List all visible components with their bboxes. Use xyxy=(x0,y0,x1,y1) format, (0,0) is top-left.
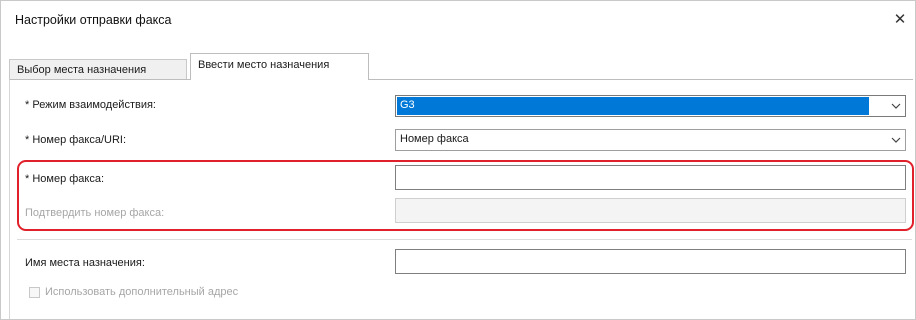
selection-highlight xyxy=(397,97,869,115)
additional-address-checkbox xyxy=(29,287,40,298)
fax-uri-label: * Номер факса/URI: xyxy=(25,134,127,146)
mode-label: * Режим взаимодействия: xyxy=(25,99,156,111)
mode-value: G3 xyxy=(400,99,415,111)
fax-uri-value: Номер факса xyxy=(400,133,469,145)
close-button[interactable]: ✕ xyxy=(887,7,913,33)
destination-name-input[interactable] xyxy=(395,249,906,274)
tab-enter-destination[interactable]: Ввести место назначения xyxy=(190,53,369,80)
mode-select[interactable]: G3 xyxy=(395,95,906,117)
confirm-fax-number-input xyxy=(395,198,906,223)
fax-number-input[interactable] xyxy=(395,165,906,190)
separator xyxy=(17,239,912,240)
close-icon: ✕ xyxy=(893,11,907,28)
fax-uri-select[interactable]: Номер факса xyxy=(395,129,906,151)
confirm-fax-number-label: Подтвердить номер факса: xyxy=(25,207,165,219)
chevron-down-icon xyxy=(887,96,905,116)
chevron-down-icon xyxy=(887,130,905,150)
additional-address-label: Использовать дополнительный адрес xyxy=(45,286,239,298)
fax-settings-dialog: Настройки отправки факса ✕ Выбор места н… xyxy=(0,0,916,320)
destination-name-label: Имя места назначения: xyxy=(25,257,145,269)
tab-select-destination[interactable]: Выбор места назначения xyxy=(9,59,187,79)
dialog-title: Настройки отправки факса xyxy=(15,13,172,27)
title-bar: Настройки отправки факса ✕ xyxy=(1,1,915,39)
fax-number-label: * Номер факса: xyxy=(25,173,105,185)
